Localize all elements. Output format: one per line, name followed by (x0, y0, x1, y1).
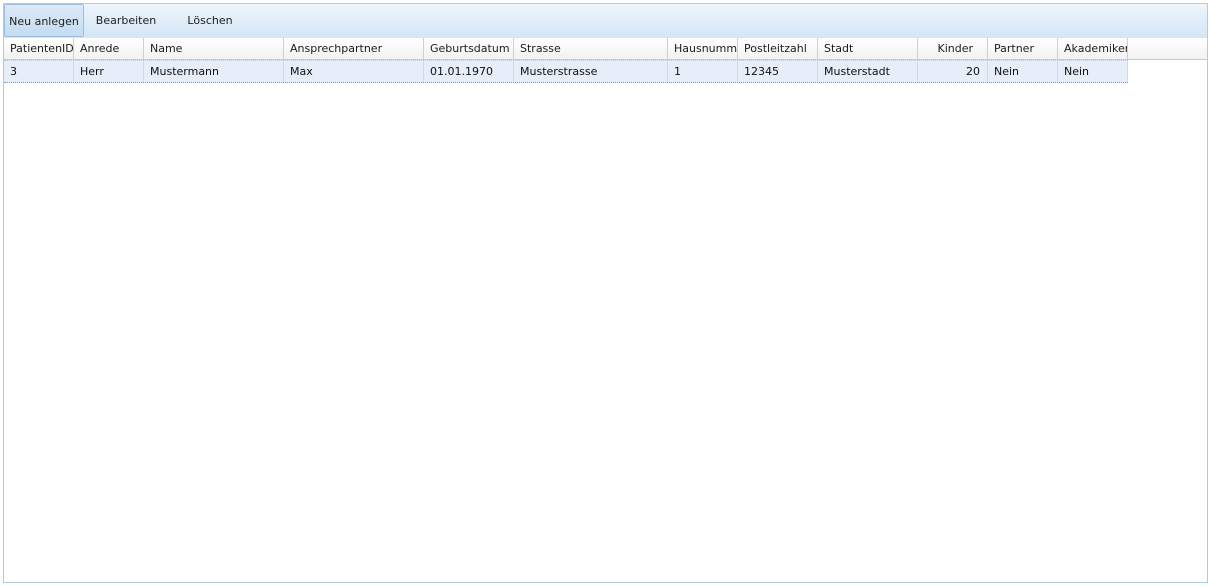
new-button[interactable]: Neu anlegen (4, 4, 84, 37)
column-header-strasse[interactable]: Strasse (514, 38, 668, 60)
column-header-anrede[interactable]: Anrede (74, 38, 144, 60)
table-header: PatientenID Anrede Name Ansprechpartner … (4, 38, 1207, 60)
cell-hausnummer[interactable]: 1 (668, 61, 738, 82)
edit-button[interactable]: Bearbeiten (90, 4, 162, 37)
cell-geburtsdatum[interactable]: 01.01.1970 (424, 61, 514, 82)
main-window: Neu anlegen Bearbeiten Löschen Patienten… (3, 3, 1208, 583)
cell-partner[interactable]: Nein (988, 61, 1058, 82)
cell-postleitzahl[interactable]: 12345 (738, 61, 818, 82)
delete-button[interactable]: Löschen (180, 4, 240, 37)
column-header-ansprechpartner[interactable]: Ansprechpartner (284, 38, 424, 60)
cell-stadt[interactable]: Musterstadt (818, 61, 918, 82)
column-header-postleitzahl[interactable]: Postleitzahl (738, 38, 818, 60)
cell-akademiker[interactable]: Nein (1058, 61, 1128, 82)
cell-strasse[interactable]: Musterstrasse (514, 61, 668, 82)
table-row[interactable]: 3 Herr Mustermann Max 01.01.1970 Musters… (4, 60, 1128, 83)
column-header-kinder[interactable]: Kinder (918, 38, 988, 60)
cell-name[interactable]: Mustermann (144, 61, 284, 82)
cell-anrede[interactable]: Herr (74, 61, 144, 82)
cell-kinder[interactable]: 20 (918, 61, 988, 82)
column-header-partner[interactable]: Partner (988, 38, 1058, 60)
column-header-stadt[interactable]: Stadt (818, 38, 918, 60)
column-header-patientenid[interactable]: PatientenID (4, 38, 74, 60)
column-header-geburtsdatum[interactable]: Geburtsdatum (424, 38, 514, 60)
cell-patientenid[interactable]: 3 (4, 61, 74, 82)
patients-grid[interactable]: PatientenID Anrede Name Ansprechpartner … (4, 38, 1207, 582)
column-header-name[interactable]: Name (144, 38, 284, 60)
column-header-hausnummer[interactable]: Hausnummer (668, 38, 738, 60)
cell-ansprechpartner[interactable]: Max (284, 61, 424, 82)
toolbar: Neu anlegen Bearbeiten Löschen (4, 4, 1207, 39)
column-header-akademiker[interactable]: Akademiker (1058, 38, 1128, 60)
